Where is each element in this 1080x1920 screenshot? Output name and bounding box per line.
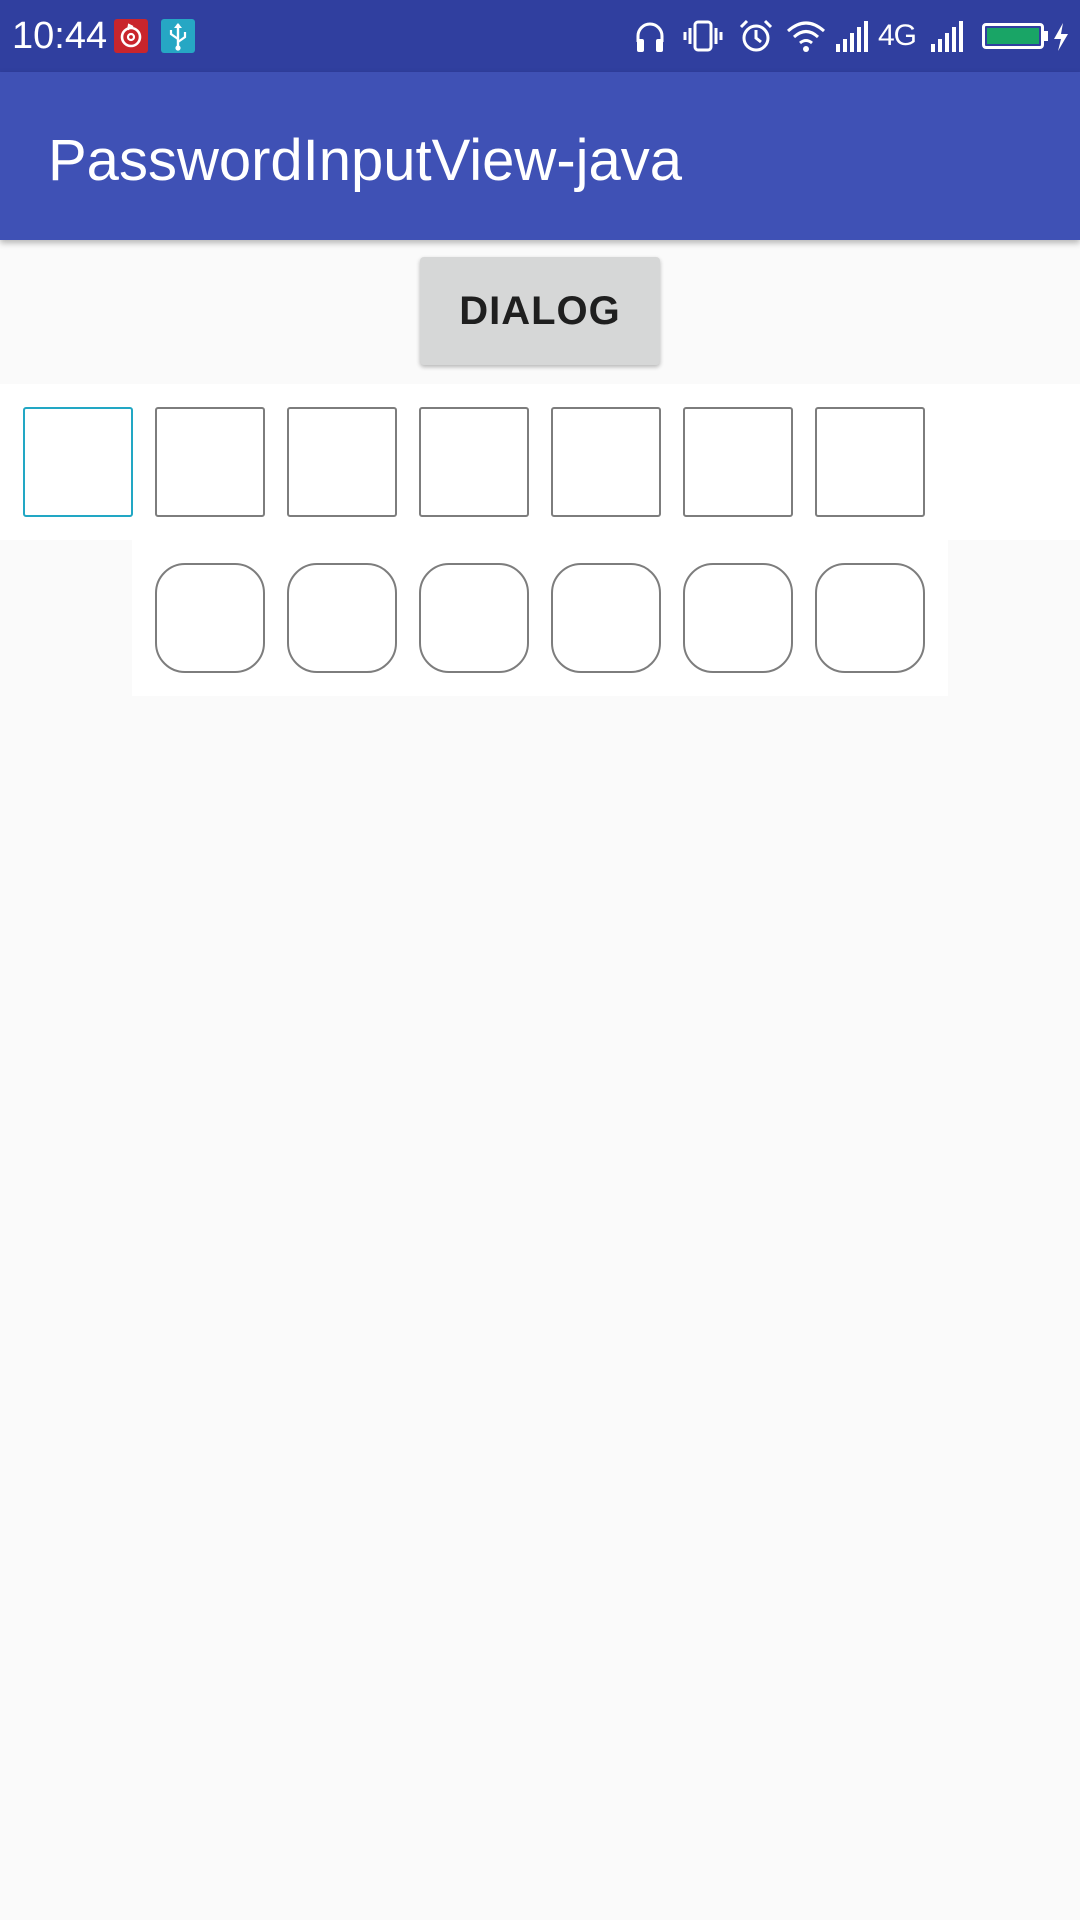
password-cell-rounded[interactable] <box>815 563 925 673</box>
battery-tip <box>1044 31 1048 41</box>
network-type-label: 4G <box>878 19 917 52</box>
password-cell[interactable] <box>155 407 265 517</box>
password-cell[interactable] <box>287 407 397 517</box>
status-time: 10:44 <box>12 15 108 57</box>
password-cell[interactable] <box>815 407 925 517</box>
alarm-icon <box>738 18 774 59</box>
status-bar: 10:44 4G <box>0 0 1080 72</box>
wifi-icon <box>786 18 826 59</box>
dialog-button[interactable]: DIALOG <box>420 257 660 365</box>
password-cell-rounded[interactable] <box>287 563 397 673</box>
password-cell-rounded[interactable] <box>155 563 265 673</box>
signal-icon <box>835 18 873 59</box>
password-cell-rounded[interactable] <box>551 563 661 673</box>
password-cell[interactable] <box>551 407 661 517</box>
app-title: PasswordInputView-java <box>48 128 683 193</box>
vibrate-icon <box>683 18 723 59</box>
signal-icon <box>930 18 968 59</box>
battery-level-fill <box>987 28 1039 44</box>
charging-icon <box>1052 22 1070 57</box>
usb-icon <box>161 19 195 53</box>
password-cell[interactable] <box>23 407 133 517</box>
password-cell-rounded[interactable] <box>419 563 529 673</box>
netease-music-icon <box>114 19 148 53</box>
app-bar: PasswordInputView-java <box>0 72 1080 240</box>
password-cell-rounded[interactable] <box>683 563 793 673</box>
password-cell[interactable] <box>683 407 793 517</box>
headphones-icon <box>634 18 666 59</box>
battery-icon <box>982 23 1044 49</box>
password-cell[interactable] <box>419 407 529 517</box>
